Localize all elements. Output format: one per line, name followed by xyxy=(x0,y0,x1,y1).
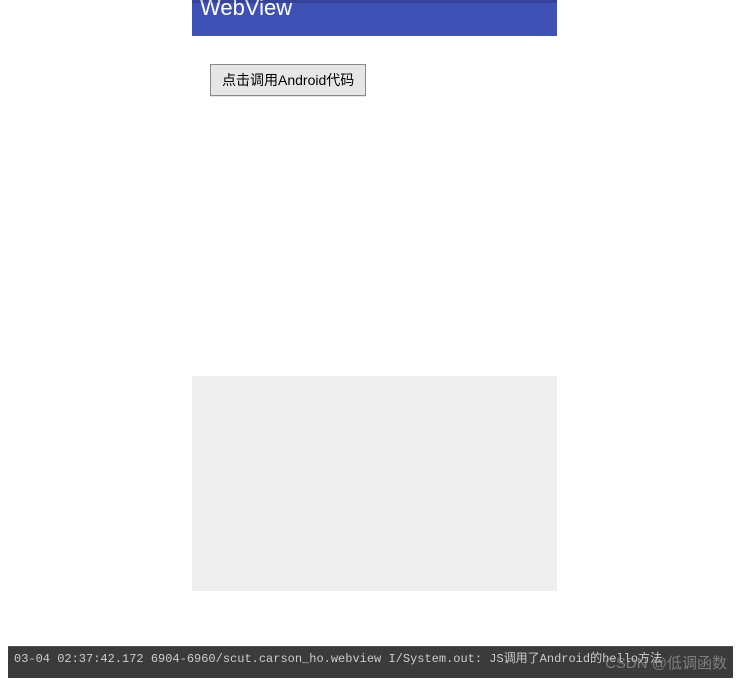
log-line: 03-04 02:37:42.172 6904-6960/scut.carson… xyxy=(14,649,662,666)
empty-area xyxy=(192,376,557,591)
device-frame: WebView 点击调用Android代码 xyxy=(192,0,557,591)
webview-content-area: 点击调用Android代码 xyxy=(192,36,557,376)
app-bar: WebView xyxy=(192,0,557,36)
call-android-button[interactable]: 点击调用Android代码 xyxy=(210,64,366,96)
logcat-console[interactable]: 03-04 02:37:42.172 6904-6960/scut.carson… xyxy=(8,646,733,678)
status-bar-shadow xyxy=(192,0,557,3)
